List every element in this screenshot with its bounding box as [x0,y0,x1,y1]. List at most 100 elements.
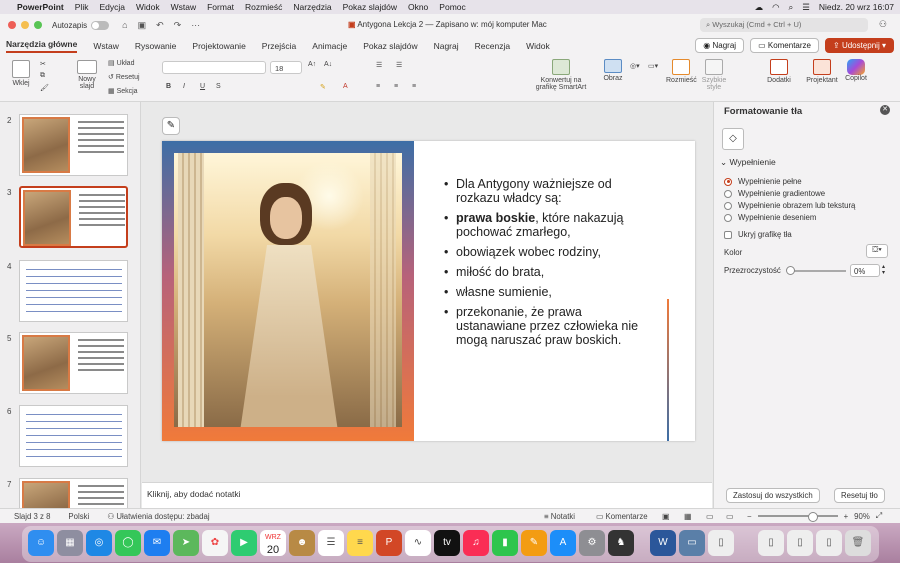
current-slide[interactable]: Dla Antygony ważniejsze od rozkazu władc… [162,141,695,441]
new-slide-button[interactable]: Nowy slajd [74,60,100,90]
font-color-icon[interactable]: A [343,83,348,90]
chess-icon[interactable]: ♞ [608,530,634,556]
calendar-icon[interactable]: WRZ 20 [260,530,286,556]
bold-icon[interactable]: B [166,83,171,90]
menu-arrange[interactable]: Rozmieść [245,2,282,12]
font-size-select[interactable]: 18 [270,61,302,74]
radio-pattern-fill[interactable]: Wypełnienie deseniem [724,213,816,222]
search-icon[interactable]: ⌕ [788,2,793,13]
tab-animations[interactable]: Animacje [312,41,347,51]
format-painter-button[interactable]: 🖌 [40,84,49,92]
bullets-icon[interactable]: ☰ [376,61,382,69]
menu-format[interactable]: Format [207,2,234,12]
freeform-icon[interactable]: ∿ [405,530,431,556]
comments-button[interactable]: ▭ Komentarze [750,38,819,53]
tab-review[interactable]: Recenzja [475,41,510,51]
share-people-icon[interactable]: ⚇ [879,19,887,30]
tab-record[interactable]: Nagraj [434,41,459,51]
slide-thumbnail-3[interactable] [19,186,128,248]
minimize-window-button[interactable] [21,21,29,29]
radio-solid-fill[interactable]: Wypełnienie pełne [724,177,802,186]
increase-font-icon[interactable]: A↑ [308,61,316,68]
transparency-slider[interactable] [790,270,846,272]
share-button[interactable]: ⇪ Udostępnij ▾ [825,38,894,53]
numbers-icon[interactable]: ▮ [492,530,518,556]
control-center-icon[interactable]: ☰ [802,2,810,13]
ai-suggestion-icon[interactable]: ✎ [162,117,180,135]
photos-icon[interactable]: ✿ [202,530,228,556]
finder-icon[interactable]: ☺ [28,530,54,556]
slide-thumbnail-5[interactable] [19,332,128,394]
cut-button[interactable]: ✂ [40,60,46,68]
fit-slide-icon[interactable]: ⤢ [876,511,882,521]
language-indicator[interactable]: Polski [68,512,89,521]
italic-icon[interactable]: I [183,83,185,90]
radio-gradient-fill[interactable]: Wypełnienie gradientowe [724,189,825,198]
cloud-icon[interactable]: ☁ [755,2,764,13]
decrease-font-icon[interactable]: A↓ [324,61,332,68]
pdf-file-icon[interactable]: ▯ [787,530,813,556]
font-family-select[interactable] [162,61,266,74]
notes-toggle-button[interactable]: ≡ Notatki [544,512,575,521]
powerpoint-icon[interactable]: P [376,530,402,556]
reminders-icon[interactable]: ☰ [318,530,344,556]
fill-bucket-icon[interactable]: ◇ [722,128,744,150]
copilot-button[interactable]: Copilot [842,59,870,82]
zoom-window-button[interactable] [34,21,42,29]
strikethrough-icon[interactable]: S [216,83,221,90]
home-icon[interactable]: ⌂ [122,20,127,30]
music-icon[interactable]: ♫ [463,530,489,556]
apply-to-all-button[interactable]: Zastosuj do wszystkich [726,488,820,503]
align-center-icon[interactable]: ≡ [394,83,398,90]
menu-insert[interactable]: Wstaw [171,2,197,12]
facetime-icon[interactable]: ▶ [231,530,257,556]
launchpad-icon[interactable]: ▦ [57,530,83,556]
zoom-in-icon[interactable]: + [844,512,849,521]
slideshow-view-icon[interactable]: ▭ [726,512,733,521]
reset-background-button[interactable]: Resetuj tło [834,488,885,503]
slide-thumbnail-4[interactable] [19,260,128,322]
notes-area[interactable]: Kliknij, aby dodać notatki [142,482,712,508]
document-file-icon[interactable]: ▯ [708,530,734,556]
normal-view-icon[interactable]: ▣ [662,512,669,521]
pages-icon[interactable]: ✎ [521,530,547,556]
maps-icon[interactable]: ➤ [173,530,199,556]
messages-icon[interactable]: ◯ [115,530,141,556]
menubar-clock[interactable]: Niedz. 20 wrz 16:07 [819,2,894,12]
align-right-icon[interactable]: ≡ [412,83,416,90]
align-left-icon[interactable]: ≡ [376,83,380,90]
fill-section-header[interactable]: ⌄ Wypełnienie [720,157,776,168]
antigone-image[interactable] [174,153,402,427]
apple-tv-icon[interactable]: tv [434,530,460,556]
slide-thumbnail-2[interactable] [19,114,128,176]
addins-button[interactable]: Dodatki [764,59,794,84]
autosave-toggle[interactable] [91,20,110,30]
close-icon[interactable]: ✕ [880,105,890,115]
notes-app-icon[interactable]: ≡ [347,530,373,556]
tab-design[interactable]: Projektowanie [192,41,245,51]
comments-toggle-button[interactable]: ▭ Komentarze [596,512,648,521]
textbox-icon[interactable]: ▭▾ [648,62,658,70]
app-store-icon[interactable]: A [550,530,576,556]
menu-app-name[interactable]: PowerPoint [17,2,64,12]
menu-edit[interactable]: Edycja [99,2,125,12]
hide-background-graphics-checkbox[interactable]: Ukryj grafikę tła [724,230,792,239]
arrange-button[interactable]: Rozmieść [666,59,697,84]
tab-insert[interactable]: Wstaw [93,41,119,51]
slide-thumbnail-7[interactable] [19,478,128,508]
menu-window[interactable]: Okno [408,2,428,12]
tab-draw[interactable]: Rysowanie [135,41,177,51]
section-button[interactable]: ▦ Sekcja [108,87,138,95]
menu-slideshow[interactable]: Pokaz slajdów [343,2,397,12]
reading-view-icon[interactable]: ▭ [706,512,713,521]
accessibility-button[interactable]: ⚇ Ułatwienia dostępu: zbadaj [107,512,209,521]
search-input[interactable]: ⌕ Wyszukaj (Cmd + Ctrl + U) [700,18,868,32]
mail-icon[interactable]: ✉ [144,530,170,556]
close-window-button[interactable] [8,21,16,29]
menu-file[interactable]: Plik [75,2,89,12]
menu-help[interactable]: Pomoc [439,2,465,12]
system-settings-icon[interactable]: ⚙ [579,530,605,556]
slide-bullet-list[interactable]: Dla Antygony ważniejsze od rozkazu władc… [444,177,644,353]
color-picker-button[interactable]: ⛋▾ [866,244,888,258]
safari-icon[interactable]: ◎ [86,530,112,556]
